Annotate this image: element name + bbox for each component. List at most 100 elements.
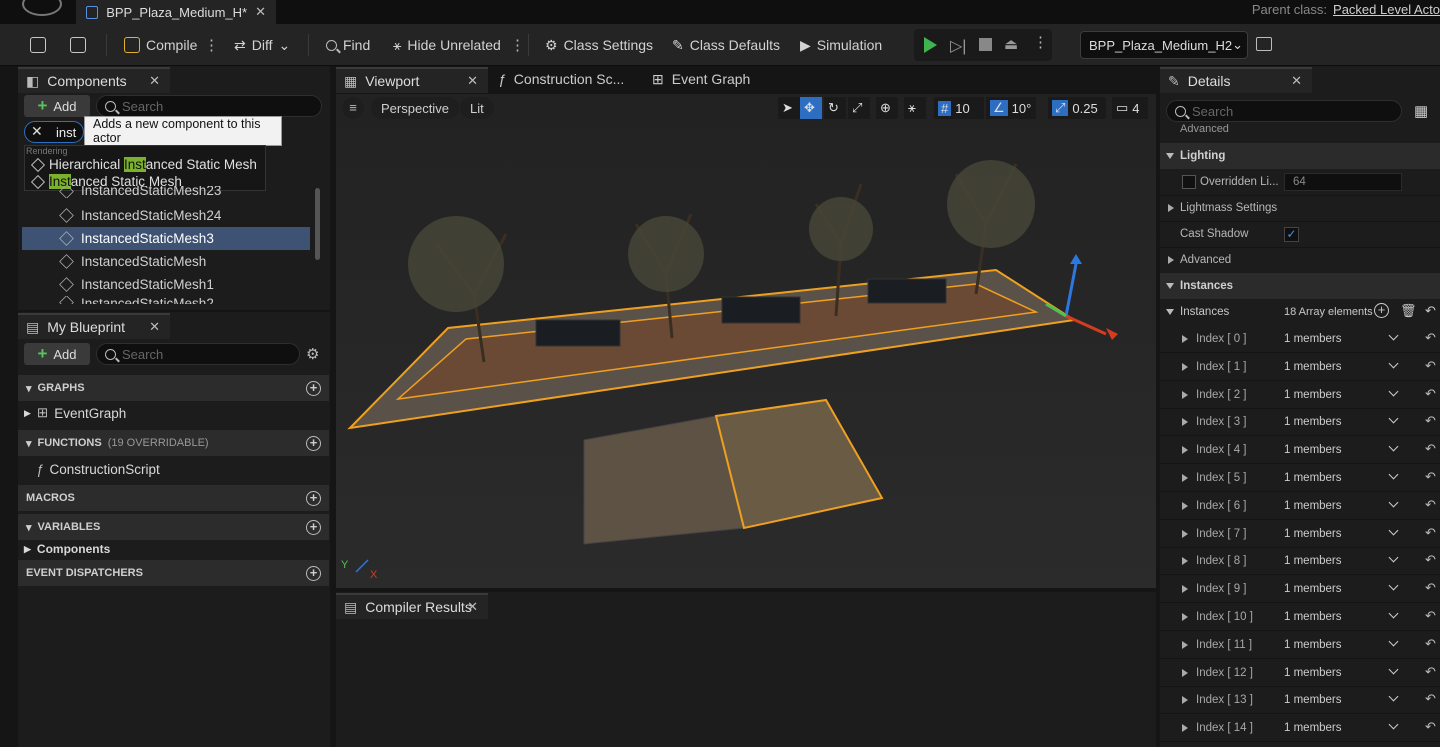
camera-speed-button[interactable]: ▭ 4	[1112, 97, 1148, 119]
tab-components[interactable]: ◧ Components ✕	[18, 67, 170, 93]
instance-index-row[interactable]: Index [ 12 ] 1 members ↶	[1160, 660, 1440, 687]
compile-options-button[interactable]: ⋮	[204, 32, 219, 58]
expand-icon[interactable]	[1182, 696, 1188, 705]
expand-icon[interactable]	[1182, 724, 1188, 733]
expand-icon[interactable]	[1182, 668, 1188, 677]
component-item[interactable]: InstancedStaticMesh24	[22, 204, 310, 227]
simulation-button[interactable]: ▶ Simulation	[800, 32, 882, 58]
world-local-toggle[interactable]: ⊕	[876, 97, 898, 119]
collapse-icon[interactable]	[1166, 309, 1174, 315]
chevron-down-icon[interactable]	[1388, 330, 1399, 341]
instance-index-row[interactable]: Index [ 5 ] 1 members ↶	[1160, 465, 1440, 492]
browse-blueprint-icon[interactable]	[1256, 37, 1272, 51]
component-item[interactable]: InstancedStaticMesh3	[22, 227, 310, 250]
expand-icon[interactable]	[1182, 613, 1188, 621]
play-icon[interactable]	[924, 37, 937, 53]
close-tab-icon[interactable]: ✕	[467, 73, 478, 89]
event-graph-item[interactable]: ▶ ⊞ EventGraph	[24, 405, 126, 421]
dropdown-option-hism[interactable]: Hierarchical Instanced Static Mesh	[30, 157, 257, 172]
cast-shadow-checkbox[interactable]: ✓	[1284, 227, 1299, 242]
instance-index-row[interactable]: Index [ 11 ] 1 members ↶	[1160, 632, 1440, 659]
scale-snap-toggle[interactable]: ⤢ 0.25	[1048, 97, 1106, 119]
step-icon[interactable]: ▷|	[950, 36, 966, 56]
close-tab-icon[interactable]: ✕	[255, 4, 266, 20]
expand-icon[interactable]	[1182, 418, 1188, 427]
reset-icon[interactable]: ↶	[1425, 441, 1436, 457]
eject-icon[interactable]: ⏏	[1004, 35, 1018, 53]
scale-tool[interactable]: ⤢	[848, 97, 870, 119]
components-category[interactable]: ▶ Components	[24, 542, 110, 556]
section-lighting[interactable]: Lighting	[1160, 143, 1440, 169]
chevron-down-icon[interactable]	[1388, 719, 1399, 730]
surface-snap-toggle[interactable]: ⚹	[904, 97, 926, 119]
components-scrollbar[interactable]	[315, 188, 320, 260]
reset-icon[interactable]: ↶	[1425, 552, 1436, 568]
instance-index-row[interactable]: Index [ 7 ] 1 members ↶	[1160, 521, 1440, 548]
chevron-down-icon[interactable]	[1388, 469, 1399, 480]
details-search[interactable]: Search	[1166, 100, 1402, 122]
expand-icon[interactable]	[1182, 501, 1188, 510]
rotation-snap-toggle[interactable]: ∠ 10°	[986, 97, 1036, 119]
instance-index-row[interactable]: Index [ 2 ] 1 members ↶	[1160, 382, 1440, 409]
parent-class-link[interactable]: Packed Level Acto	[1333, 2, 1440, 17]
play-options-button[interactable]: ⋮	[1033, 33, 1048, 51]
add-dispatcher-icon[interactable]: +	[306, 565, 321, 581]
rotate-tool[interactable]: ↻	[824, 97, 846, 119]
construction-script-item[interactable]: ƒ ConstructionScript	[36, 462, 160, 477]
diff-button[interactable]: ⇄ Diff ⌄	[234, 32, 290, 58]
section-macros[interactable]: MACROS +	[18, 485, 329, 511]
instance-index-row[interactable]: Index [ 8 ] 1 members ↶	[1160, 548, 1440, 576]
chevron-down-icon[interactable]	[1388, 636, 1399, 647]
reset-icon[interactable]: ↶	[1425, 497, 1436, 513]
blueprint-debug-selector[interactable]: BPP_Plaza_Medium_H2 ⌄	[1080, 31, 1248, 59]
instance-index-row[interactable]: Index [ 13 ] 1 members ↶	[1160, 687, 1440, 715]
viewport-menu-icon[interactable]: ≡	[342, 97, 364, 119]
overridden-value-field[interactable]: 64	[1284, 173, 1402, 191]
lightmass-row[interactable]: Lightmass Settings	[1160, 195, 1440, 222]
instance-index-row[interactable]: Index [ 9 ] 1 members ↶	[1160, 576, 1440, 604]
component-item[interactable]: InstancedStaticMesh1	[22, 273, 310, 296]
add-element-icon[interactable]: +	[1374, 303, 1389, 318]
add-macro-icon[interactable]: +	[306, 490, 321, 506]
tab-my-blueprint[interactable]: ▤ My Blueprint ✕	[18, 313, 170, 339]
reset-icon[interactable]: ↶	[1425, 469, 1436, 485]
add-function-icon[interactable]: +	[306, 435, 321, 451]
grid-snap-toggle[interactable]: #10	[934, 97, 984, 119]
save-button[interactable]	[30, 32, 46, 58]
select-tool[interactable]: ➤	[778, 97, 800, 119]
close-tab-icon[interactable]: ✕	[467, 599, 478, 615]
chevron-down-icon[interactable]	[1388, 386, 1399, 397]
component-item[interactable]: InstancedStaticMesh	[22, 250, 310, 273]
expand-icon[interactable]	[1182, 585, 1188, 594]
gear-icon[interactable]: ⚙	[306, 345, 319, 363]
override-checkbox[interactable]	[1182, 175, 1196, 189]
expand-icon[interactable]	[1182, 390, 1188, 399]
clear-filter-icon[interactable]: ✕	[31, 123, 43, 140]
translate-tool[interactable]: ✥	[800, 97, 822, 119]
section-instances[interactable]: Instances	[1160, 273, 1440, 299]
stop-icon[interactable]	[979, 38, 992, 51]
reset-icon[interactable]: ↶	[1425, 386, 1436, 402]
instance-index-row[interactable]: Index [ 0 ] 1 members ↶	[1160, 326, 1440, 353]
expand-icon[interactable]	[1182, 474, 1188, 482]
close-tab-icon[interactable]: ✕	[1291, 73, 1302, 89]
class-defaults-button[interactable]: ✎ Class Defaults	[672, 32, 780, 58]
class-settings-button[interactable]: ⚙ Class Settings	[545, 32, 653, 58]
reset-icon[interactable]: ↶	[1425, 525, 1436, 541]
instance-index-row[interactable]: Index [ 10 ] 1 members ↶	[1160, 604, 1440, 631]
hide-options-button[interactable]: ⋮	[510, 32, 525, 58]
reset-icon[interactable]: ↶	[1425, 664, 1436, 680]
chevron-down-icon[interactable]	[1388, 413, 1399, 424]
expand-icon[interactable]	[1182, 446, 1188, 455]
chevron-down-icon[interactable]	[1388, 691, 1399, 702]
add-component-button[interactable]: + Add	[24, 95, 90, 117]
reset-icon[interactable]: ↶	[1425, 608, 1436, 624]
instance-index-row[interactable]: Index [ 4 ] 1 members ↶	[1160, 437, 1440, 465]
section-variables[interactable]: ▾ VARIABLES +	[18, 514, 329, 540]
component-filter-input[interactable]: ✕ inst	[24, 121, 84, 143]
reset-icon[interactable]: ↶	[1425, 303, 1436, 319]
find-button[interactable]: Find	[326, 32, 370, 58]
section-functions[interactable]: ▾ FUNCTIONS (19 OVERRIDABLE) +	[18, 430, 329, 456]
instance-index-row[interactable]: Index [ 3 ] 1 members ↶	[1160, 409, 1440, 437]
trash-icon[interactable]: 🗑	[1400, 303, 1417, 319]
